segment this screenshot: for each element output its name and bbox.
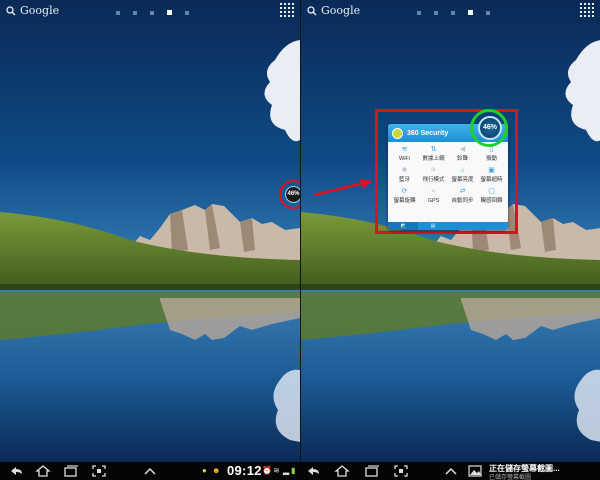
toggle-label: 螢幕旋轉: [393, 198, 416, 204]
page-dot[interactable]: [150, 11, 154, 15]
recent-apps-icon[interactable]: [364, 464, 380, 478]
page-dot-active[interactable]: [167, 10, 172, 15]
tab-blank: [478, 222, 508, 230]
app-drawer-icon[interactable]: [280, 3, 294, 17]
toggle-label: 藍牙: [398, 177, 410, 183]
toggle-label: 數據上網: [422, 156, 445, 162]
sync-icon: ⇄: [459, 188, 466, 195]
360-logo-icon: [392, 127, 403, 139]
toggle-brightness[interactable]: ☼ 螢幕亮度: [448, 166, 477, 185]
toggle-label: 飛行模式: [422, 177, 445, 183]
360-status-icon: ●: [202, 466, 207, 475]
screen-timeout-icon: ▣: [488, 167, 495, 174]
app-drawer-icon[interactable]: [580, 3, 594, 17]
home-page-indicator[interactable]: [116, 10, 189, 15]
page-dot-active[interactable]: [468, 10, 473, 15]
screenshot-icon[interactable]: [91, 464, 107, 478]
recent-apps-icon[interactable]: [63, 464, 79, 478]
chevron-up-icon[interactable]: [142, 464, 158, 478]
home-icon[interactable]: [334, 464, 350, 478]
back-icon[interactable]: [8, 464, 24, 478]
toggle-label: 自動同步: [451, 198, 474, 204]
alarm-icon: ⏰: [262, 466, 272, 475]
toggle-bluetooth[interactable]: ✱ 藍牙: [390, 166, 419, 185]
percent-highlight-ring: [470, 109, 508, 147]
signal-icon: ▂: [283, 466, 290, 475]
toggle-vibrate[interactable]: ▯ 振動: [477, 145, 506, 164]
data-transfer-icon: ⇅: [430, 146, 437, 153]
google-search-bar[interactable]: Google: [6, 4, 59, 17]
back-icon[interactable]: [305, 464, 321, 478]
gps-icon: ⌖: [431, 188, 436, 195]
tab-toggles-icon[interactable]: ◩: [388, 222, 418, 230]
widget-footer-tabs: ◩ ▤: [388, 222, 508, 230]
toggle-data-transfer[interactable]: ⇅ 數據上網: [419, 145, 448, 164]
google-search-bar[interactable]: Google: [307, 4, 360, 17]
tab-blank: [448, 222, 478, 230]
search-icon: [307, 5, 317, 15]
home-page-indicator[interactable]: [417, 10, 490, 15]
page-dot[interactable]: [434, 11, 438, 15]
annotation-arrow: [313, 179, 372, 197]
tab-list-icon[interactable]: ▤: [418, 222, 448, 230]
toggle-airplane[interactable]: ✈ 飛行模式: [419, 166, 448, 185]
widget-brand: 360 Security: [407, 129, 449, 137]
chevron-up-icon[interactable]: [443, 464, 459, 478]
toggle-label: 觸感回饋: [480, 198, 503, 204]
google-label: Google: [321, 4, 361, 17]
toggle-rotate[interactable]: ⟳ 螢幕旋轉: [390, 187, 419, 206]
screenshot-icon[interactable]: [393, 464, 409, 478]
face-status-icon: ☻: [212, 466, 221, 475]
toggle-label: GPS: [427, 198, 440, 204]
google-label: Google: [20, 4, 60, 17]
toggle-grid: ≋ WiFi ⇅ 數據上網 ◀ 鈴聲 ▯ 振動 ✱ 藍牙 ✈ 飛行模式 ☼ 螢幕亮度 ▣ 螢幕超時 ⟳ 螢幕旋轉 ⌖…: [388, 142, 508, 206]
page-dot[interactable]: [133, 11, 137, 15]
toggle-label: 振動: [485, 156, 497, 162]
page-dot[interactable]: [451, 11, 455, 15]
battery-icon: ▮: [291, 466, 296, 475]
toggle-screen-timeout[interactable]: ▣ 螢幕超時: [477, 166, 506, 185]
toggle-sync[interactable]: ⇄ 自動同步: [448, 187, 477, 206]
home-icon[interactable]: [35, 464, 51, 478]
wallpaper: [0, 0, 300, 462]
brightness-icon: ☼: [459, 167, 466, 174]
haptic-feedback-icon: ▢: [488, 188, 495, 195]
wifi-status-icon: ≋: [273, 466, 280, 475]
notification-subtitle: 已儲存螢幕截圖: [489, 475, 532, 480]
rotate-icon: ⟳: [401, 188, 408, 195]
home-screen-left: Google: [0, 0, 300, 462]
toggle-ringer[interactable]: ◀ 鈴聲: [448, 145, 477, 164]
toggle-gps[interactable]: ⌖ GPS: [419, 187, 448, 206]
search-icon: [6, 5, 16, 15]
status-clock: 09:12: [227, 463, 262, 478]
page-dot[interactable]: [185, 11, 189, 15]
page-dot[interactable]: [116, 11, 120, 15]
page-dot[interactable]: [417, 11, 421, 15]
wifi-icon: ≋: [401, 146, 408, 153]
bluetooth-icon: ✱: [401, 167, 408, 174]
page-dot[interactable]: [486, 11, 490, 15]
toggle-label: 螢幕亮度: [451, 177, 474, 183]
ringer-icon: ◀: [459, 146, 466, 153]
toggle-wifi[interactable]: ≋ WiFi: [390, 145, 419, 164]
image-notification-icon: [468, 465, 482, 477]
toggle-haptic-feedback[interactable]: ▢ 觸感回饋: [477, 187, 506, 206]
toggle-label: 螢幕超時: [480, 177, 503, 183]
toggle-label: 鈴聲: [456, 156, 468, 162]
airplane-icon: ✈: [430, 167, 437, 174]
toggle-label: WiFi: [399, 156, 410, 162]
